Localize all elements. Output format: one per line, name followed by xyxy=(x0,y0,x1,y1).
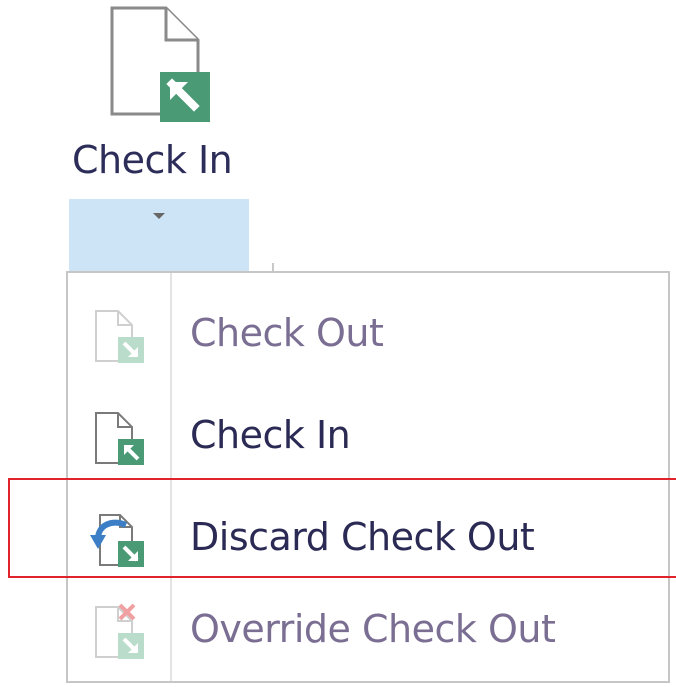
menu-item-check-out[interactable]: Check Out xyxy=(68,283,668,385)
check-in-document-icon[interactable] xyxy=(108,6,228,126)
menu-item-label: Discard Check Out xyxy=(190,515,535,559)
override-check-out-icon xyxy=(90,603,150,663)
check-in-dropdown-menu: Check Out Check In Discard Check Out Ove… xyxy=(66,271,670,683)
menu-item-label: Check In xyxy=(190,413,351,457)
check-in-dropdown-button[interactable] xyxy=(69,199,249,271)
caret-down-icon xyxy=(153,213,165,219)
ribbon-divider xyxy=(272,263,274,271)
menu-item-override-check-out[interactable]: Override Check Out xyxy=(68,579,668,681)
menu-item-check-in[interactable]: Check In xyxy=(68,385,668,487)
discard-check-out-icon xyxy=(90,511,150,571)
check-in-icon xyxy=(90,409,150,469)
menu-item-label: Override Check Out xyxy=(190,607,556,651)
menu-item-label: Check Out xyxy=(190,311,384,355)
check-in-label[interactable]: Check In xyxy=(72,138,233,182)
check-in-ribbon-screen: Check In Check Out Check In Discard Chec… xyxy=(0,0,676,687)
menu-item-discard-check-out[interactable]: Discard Check Out xyxy=(68,487,668,589)
check-out-icon xyxy=(90,307,150,367)
